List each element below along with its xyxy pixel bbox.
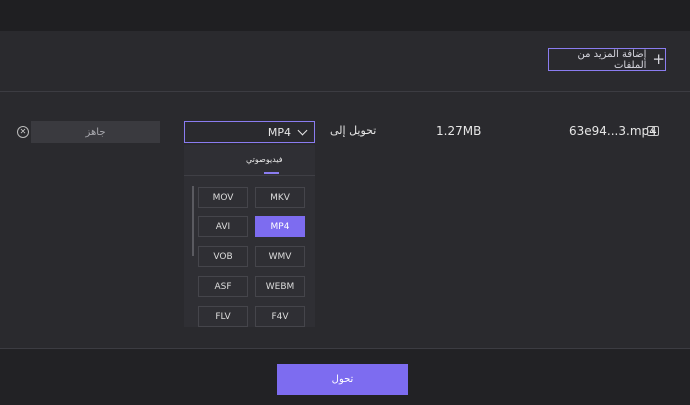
add-more-files-label: إضافة المزيد من الملفات: [577, 48, 647, 71]
file-size: 1.27MB: [436, 124, 482, 138]
add-more-files-button[interactable]: + إضافة المزيد من الملفات: [548, 48, 666, 71]
format-option-vob[interactable]: VOB: [198, 246, 248, 267]
format-option-f4v[interactable]: F4V: [255, 306, 305, 327]
convert-label: تحول: [331, 374, 354, 385]
file-name: 63e94...3.mp4: [569, 124, 657, 138]
format-option-asf[interactable]: ASF: [198, 276, 248, 297]
format-option-avi[interactable]: AVI: [198, 216, 248, 237]
plus-icon: +: [652, 50, 665, 68]
convert-button[interactable]: تحول: [277, 364, 408, 395]
status-field: جاهز: [31, 121, 160, 143]
format-option-flv[interactable]: FLV: [198, 306, 248, 327]
divider: [184, 175, 315, 176]
status-text: جاهز: [85, 126, 106, 138]
title-bar: [0, 0, 690, 31]
tab-video-audio[interactable]: فيديوصوتي: [246, 155, 283, 164]
format-option-mp4[interactable]: MP4: [255, 216, 305, 237]
remove-file-icon[interactable]: ✕: [17, 126, 29, 138]
selected-format: MP4: [267, 125, 291, 139]
format-dropdown: فيديوصوتي MKV MOV MP4 AVI WMV VOB WEBM A…: [184, 145, 315, 327]
format-option-wmv[interactable]: WMV: [255, 246, 305, 267]
chevron-down-icon: [297, 125, 308, 135]
play-icon[interactable]: [647, 126, 659, 136]
output-format-select[interactable]: MP4: [184, 121, 315, 143]
tab-underline: [264, 172, 279, 174]
scrollbar[interactable]: [192, 186, 194, 256]
format-option-mov[interactable]: MOV: [198, 187, 248, 208]
format-option-webm[interactable]: WEBM: [255, 276, 305, 297]
format-option-mkv[interactable]: MKV: [255, 187, 305, 208]
convert-to-label: تحويل إلى: [330, 124, 377, 137]
